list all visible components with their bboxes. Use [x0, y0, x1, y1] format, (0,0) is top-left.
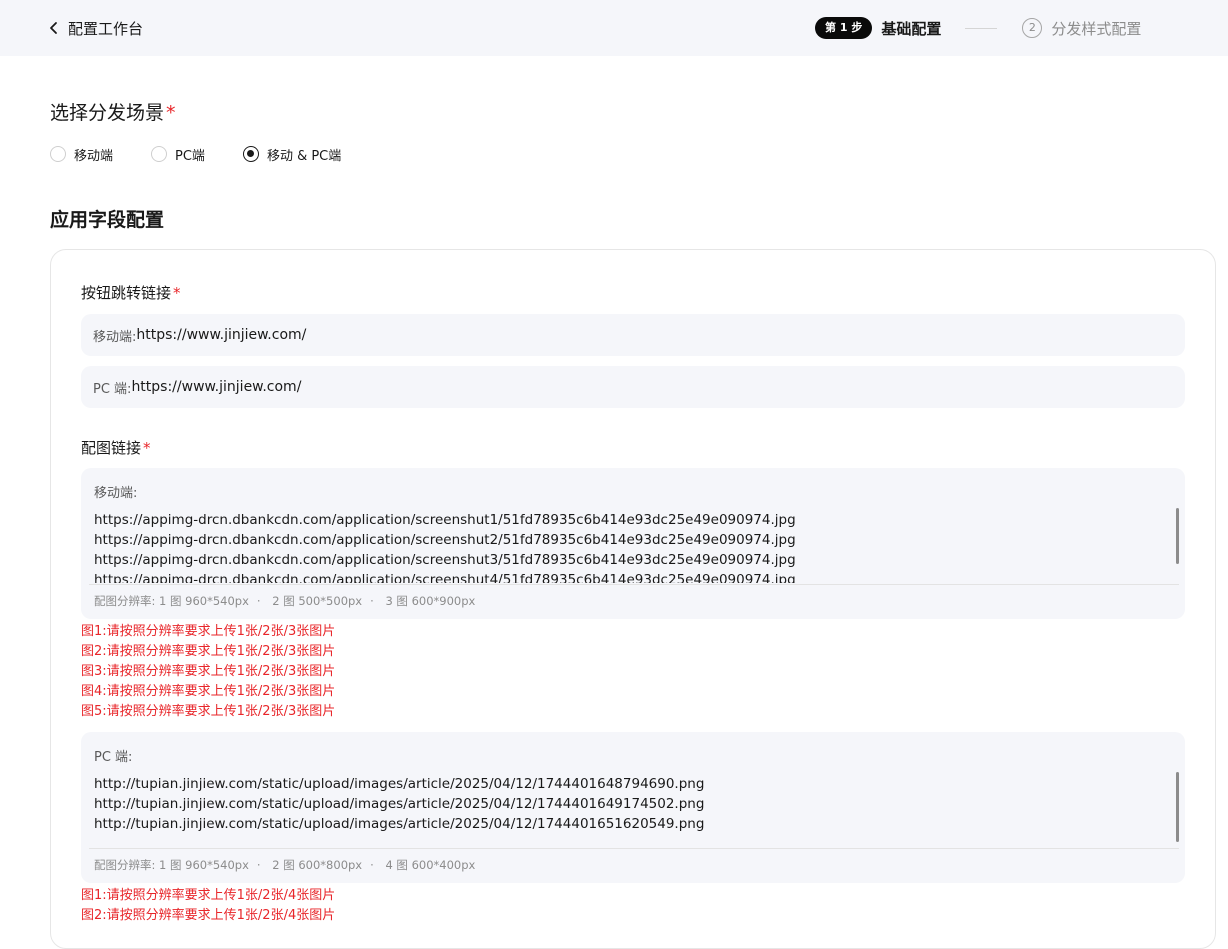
radio-circle-selected: [242, 146, 259, 162]
input-value: https://www.jinjiew.com/: [131, 379, 302, 395]
resolution-item: 3 图 600*900px: [385, 594, 476, 608]
pc-image-textarea[interactable]: PC 端: http://tupian.jinjiew.com/static/u…: [81, 732, 1185, 883]
resolution-item: 1 图 960*540px: [159, 594, 249, 608]
separator: ·: [256, 858, 261, 872]
url-line: https://appimg-drcn.dbankcdn.com/applica…: [94, 512, 796, 528]
step-connector: [965, 27, 998, 29]
radio-label: 移动端: [74, 148, 114, 164]
scene-radio-group: 移动端 PC端 移动 & PC端: [50, 144, 379, 164]
divider: [89, 848, 1179, 849]
resolution-item: 2 图 600*800px: [272, 858, 363, 872]
error-message: 图1:请按照分辨率要求上传1张/2张/4张图片: [81, 888, 336, 903]
step1-badge: 第 1 步: [815, 17, 873, 39]
button-link-label: 按钮跳转链接 *: [81, 282, 181, 303]
resolution-hint: 配图分辨率: 1 图 960*540px · 2 图 600*800px · 4 图…: [94, 857, 475, 873]
resolution-item: 1 图 960*540px: [159, 858, 249, 872]
mobile-link-input[interactable]: 移动端: https://www.jinjiew.com/: [81, 314, 1185, 356]
required-mark: *: [143, 439, 151, 457]
error-message: 图4:请按照分辨率要求上传1张/2张/3张图片: [81, 684, 336, 699]
error-message: 图5:请按照分辨率要求上传1张/2张/3张图片: [81, 704, 336, 719]
mobile-image-textarea[interactable]: 移动端: https://appimg-drcn.dbankcdn.com/ap…: [81, 468, 1185, 619]
divider: [89, 584, 1179, 585]
radio-label: PC端: [175, 148, 205, 164]
url-line: https://appimg-drcn.dbankcdn.com/applica…: [94, 552, 796, 568]
error-message: 图2:请按照分辨率要求上传1张/2张/4张图片: [81, 908, 336, 923]
step2-number: 2: [1022, 18, 1043, 38]
input-prefix: 移动端:: [93, 329, 137, 345]
resolution-label: 配图分辨率:: [94, 858, 156, 872]
resolution-hint: 配图分辨率: 1 图 960*540px · 2 图 500*500px · 3 图…: [94, 593, 475, 609]
back-label: 配置工作台: [68, 19, 144, 38]
url-line: https://appimg-drcn.dbankcdn.com/applica…: [94, 532, 796, 548]
separator: ·: [370, 858, 374, 872]
radio-pc[interactable]: PC端: [151, 145, 205, 164]
error-message: 图1:请按照分辨率要求上传1张/2张/3张图片: [81, 624, 336, 639]
url-list: https://appimg-drcn.dbankcdn.com/applica…: [94, 510, 1164, 583]
image-link-label-text: 配图链接: [81, 439, 142, 457]
scrollbar[interactable]: [1176, 772, 1179, 842]
pc-error-list: 图1:请按照分辨率要求上传1张/2张/4张图片 图2:请按照分辨率要求上传1张/…: [81, 886, 335, 926]
textarea-title: 移动端:: [94, 486, 138, 501]
chevron-left-icon: [50, 22, 57, 34]
radio-mobile[interactable]: 移动端: [50, 145, 113, 164]
separator: ·: [256, 594, 261, 608]
radio-circle: [50, 146, 66, 162]
mobile-error-list: 图1:请按照分辨率要求上传1张/2张/3张图片 图2:请按照分辨率要求上传1张/…: [81, 622, 335, 722]
step-indicator: 第 1 步 基础配置 2 分发样式配置: [815, 14, 1141, 42]
separator: ·: [370, 594, 374, 608]
radio-circle: [151, 146, 168, 162]
scene-section-title: 选择分发场景 *: [50, 98, 176, 125]
error-message: 图2:请按照分辨率要求上传1张/2张/3张图片: [81, 644, 336, 659]
error-message: 图3:请按照分辨率要求上传1张/2张/3张图片: [81, 664, 336, 679]
top-bar: 配置工作台 第 1 步 基础配置 2 分发样式配置: [0, 0, 1228, 56]
url-line: http://tupian.jinjiew.com/static/upload/…: [94, 816, 705, 832]
resolution-item: 4 图 600*400px: [385, 858, 476, 872]
required-mark: *: [166, 102, 176, 124]
resolution-label: 配图分辨率:: [94, 594, 156, 608]
scrollbar[interactable]: [1176, 508, 1179, 564]
pc-link-input[interactable]: PC 端: https://www.jinjiew.com/: [81, 366, 1185, 408]
textarea-title: PC 端:: [94, 750, 133, 765]
input-value: https://www.jinjiew.com/: [136, 327, 307, 343]
scene-title-text: 选择分发场景: [50, 102, 165, 124]
step2-label: 分发样式配置: [1051, 19, 1142, 38]
image-link-label: 配图链接 *: [81, 437, 151, 458]
input-prefix: PC 端:: [93, 381, 132, 397]
url-list: http://tupian.jinjiew.com/static/upload/…: [94, 774, 1164, 834]
url-line: http://tupian.jinjiew.com/static/upload/…: [94, 776, 705, 792]
back-button[interactable]: 配置工作台: [48, 16, 143, 40]
fields-section-title: 应用字段配置: [50, 209, 165, 231]
radio-label: 移动 & PC端: [266, 148, 342, 164]
resolution-item: 2 图 500*500px: [272, 594, 363, 608]
url-line: http://tupian.jinjiew.com/static/upload/…: [94, 796, 705, 812]
required-mark: *: [173, 284, 181, 302]
url-line: https://appimg-drcn.dbankcdn.com/applica…: [94, 572, 796, 583]
step1-label: 基础配置: [881, 19, 942, 38]
button-link-label-text: 按钮跳转链接: [81, 284, 172, 302]
radio-mobile-and-pc[interactable]: 移动 & PC端: [242, 145, 342, 164]
